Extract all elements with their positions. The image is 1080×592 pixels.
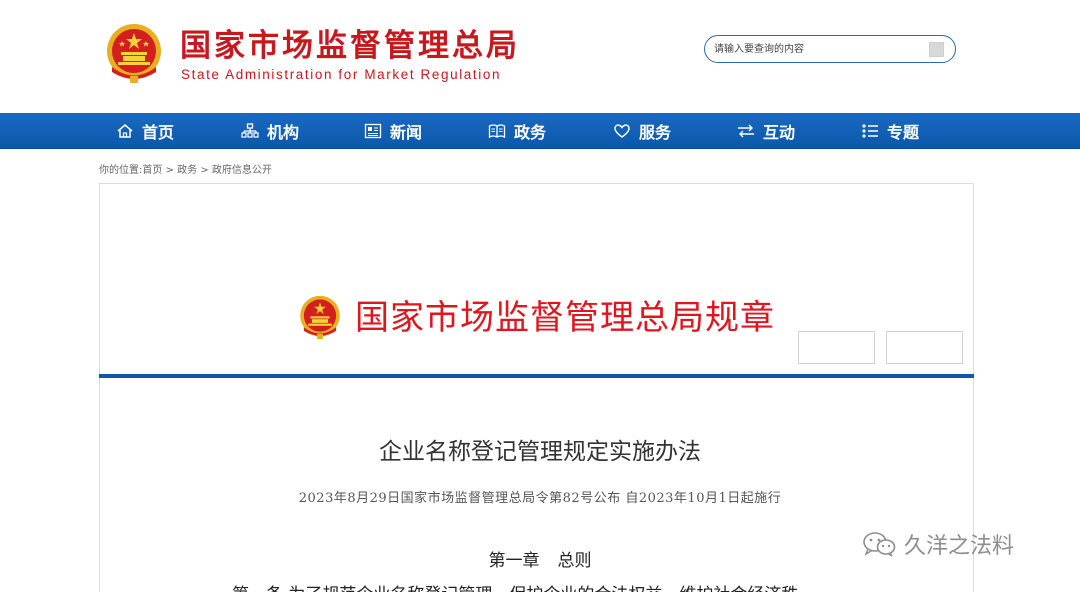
book-icon (488, 124, 506, 139)
regulation-banner-title: 国家市场监督管理总局规章 (355, 298, 775, 338)
nav-item-label: 专题 (887, 123, 920, 142)
nav-item-home[interactable]: 首页 (116, 113, 174, 149)
nav-item-news[interactable]: 新闻 (364, 113, 422, 149)
nav-item-topics[interactable]: 专题 (861, 113, 919, 149)
search-box (704, 35, 956, 63)
exchange-arrows-icon (738, 124, 754, 138)
nav-item-label: 机构 (267, 123, 300, 142)
nav-item-label: 互动 (763, 123, 796, 142)
list-icon (862, 124, 878, 138)
nav-item-label: 首页 (142, 123, 175, 142)
site-header: 国家市场监督管理总局 State Administration for Mark… (0, 0, 1080, 113)
document-subtitle: 2023年8月29日国家市场监督管理总局令第82号公布 自2023年10月1日起… (298, 491, 782, 506)
font-size-option-box[interactable] (798, 331, 875, 364)
news-icon (364, 123, 382, 139)
search-button[interactable] (929, 42, 944, 57)
nav-item-label: 政务 (514, 123, 547, 142)
document-title: 企业名称登记管理规定实施办法 (379, 439, 701, 465)
breadcrumb: 你的位置:首页 > 政务 > 政府信息公开 (99, 165, 272, 176)
nav-item-service[interactable]: 服务 (613, 113, 671, 149)
heart-icon (614, 124, 630, 138)
site-logo-subtitle: State Administration for Market Regulati… (181, 67, 502, 82)
font-size-option-box[interactable] (886, 331, 963, 364)
home-icon (117, 124, 133, 138)
chapter-number: 第一章 (488, 551, 540, 571)
chapter-name: 总则 (557, 551, 592, 571)
search-input[interactable] (714, 40, 924, 58)
content-panel (99, 183, 974, 592)
nav-item-interaction[interactable]: 互动 (737, 113, 795, 149)
section-divider (99, 374, 974, 378)
nav-item-gov-affairs[interactable]: 政务 (488, 113, 546, 149)
site-logo-title: 国家市场监督管理总局 (180, 28, 520, 64)
nav-item-label: 新闻 (390, 123, 423, 142)
org-chart-icon (241, 123, 259, 138)
national-emblem-icon (107, 24, 161, 83)
watermark-text: 久洋之法料 (904, 534, 1015, 559)
wechat-icon (863, 532, 896, 557)
article-text: 第一条 为了规范企业名称登记管理，保护企业的合法权益，维护社会经济秩 (232, 580, 798, 592)
nav-item-org[interactable]: 机构 (241, 113, 299, 149)
banner-emblem-icon (300, 295, 340, 339)
nav-item-label: 服务 (639, 123, 672, 142)
main-nav: 首页 机构 新闻 政务 服务 互动 专题 (0, 113, 1080, 149)
watermark: 久洋之法料 (862, 528, 1014, 560)
